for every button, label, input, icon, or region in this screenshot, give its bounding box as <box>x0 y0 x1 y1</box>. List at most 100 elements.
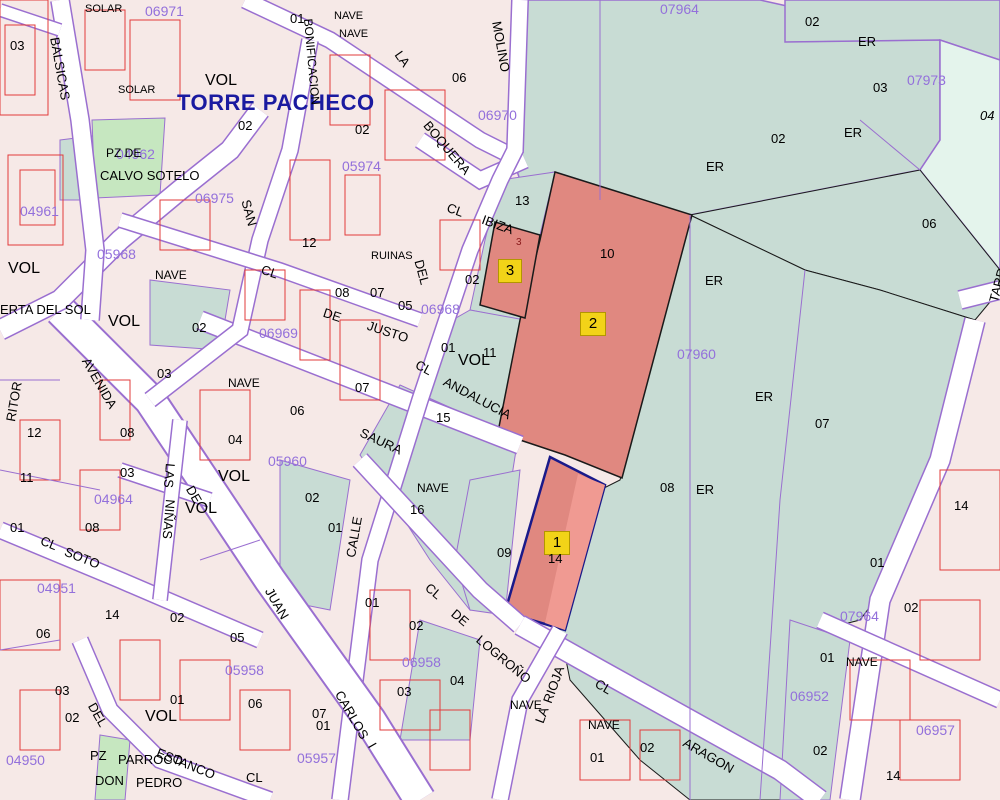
block-code: 05960 <box>268 453 307 469</box>
block-code: 06971 <box>145 3 184 19</box>
parcel-label: 15 <box>436 410 451 425</box>
street-label-calvo-sotelo: CALVO SOTELO <box>100 168 200 183</box>
parcel-label: 12 <box>302 235 317 250</box>
parcel-label: 02 <box>192 320 207 335</box>
parcel-label: 06 <box>36 626 51 641</box>
parcel-label: ER <box>844 125 863 140</box>
parcel-label: 02 <box>771 131 786 146</box>
block-code: 06968 <box>421 301 460 317</box>
parcel-label: 09 <box>497 545 512 560</box>
block-code: 05958 <box>225 662 264 678</box>
parcel-label: 07 <box>355 380 370 395</box>
parcel-label: 01 <box>10 520 25 535</box>
parcel-label: 03 <box>873 80 888 95</box>
parcel-label: SOLAR <box>118 84 156 96</box>
parcel-label: 01 <box>590 750 605 765</box>
parcel-label: VOL <box>108 313 141 330</box>
parcel-badge-3[interactable]: 3 <box>498 259 522 283</box>
parcel-label: 01 <box>170 692 185 707</box>
parcel-label: 11 <box>20 470 34 485</box>
street-label-estanco-cl: CL <box>246 770 263 785</box>
parcel-label: 03 <box>10 38 25 53</box>
parcel-label: 02 <box>238 118 253 133</box>
parcel-label: 01 <box>441 340 456 355</box>
parcel-label: 01 <box>870 555 885 570</box>
parcel-label: 02 <box>904 600 919 615</box>
plaza-parroco <box>94 734 131 800</box>
block-code: 07960 <box>677 346 716 362</box>
parcel-label: 07 <box>815 416 830 431</box>
parcel-label: 02 <box>409 618 424 633</box>
block-code: 04961 <box>20 203 59 219</box>
parcel-label: ER <box>755 389 774 404</box>
parcel-label: 04 <box>228 432 243 447</box>
cadastral-map[interactable]: TORRE PACHECO 1 2 3 06971 07964 07973 06… <box>0 0 1000 800</box>
parcel-label: 02 <box>813 743 828 758</box>
parcel-label: 12 <box>27 425 42 440</box>
parcel-label: 14 <box>886 768 901 783</box>
block-code: 05974 <box>342 158 381 174</box>
parcel-label: NAVE <box>846 655 878 669</box>
parcel-label: NAVE <box>339 28 369 40</box>
block-code: 07964 <box>660 1 699 17</box>
block-code: 06969 <box>259 325 298 341</box>
parcel-label: 04 <box>980 108 995 123</box>
parcel-label: 02 <box>465 272 480 287</box>
parcel-label: 05 <box>398 298 413 313</box>
block-code: 06975 <box>195 190 234 206</box>
parcel-label: 01 <box>290 11 305 26</box>
parcel-label: 03 <box>55 683 70 698</box>
parcel-label: 07 <box>370 285 385 300</box>
parcel-label: NAVE <box>588 718 620 732</box>
block-code: 04951 <box>37 580 76 596</box>
parcel-label: 06 <box>922 216 937 231</box>
parcel-label: 14 <box>954 498 969 513</box>
parcel-label: 08 <box>85 520 100 535</box>
parcel-label: 16 <box>410 502 425 517</box>
street-label-las-ninas-las: LAS <box>160 462 178 489</box>
parcel-label: ER <box>858 34 877 49</box>
parcel-label: VOL <box>145 708 178 725</box>
parcel-label: 03 <box>397 684 412 699</box>
parcel-label: VOL <box>8 260 41 277</box>
parcel-label: 06 <box>248 696 263 711</box>
parcel-label: 13 <box>515 193 530 208</box>
parcel-label: VOL <box>218 468 251 485</box>
block-code: 04964 <box>94 491 133 507</box>
street-label-don: DON <box>95 773 124 788</box>
street-label-puerta-del-sol: ERTA DEL SOL <box>0 302 91 317</box>
parcel-label: ER <box>706 159 725 174</box>
parcel-label: 01 <box>365 595 380 610</box>
block-code: 06952 <box>790 688 829 704</box>
block-code: 07964 <box>840 608 879 624</box>
parcel-label: 08 <box>335 285 350 300</box>
block-code: 06957 <box>916 722 955 738</box>
parcel-label: NAVE <box>334 10 364 22</box>
parcel-label: 01 <box>820 650 835 665</box>
parcel-label: 08 <box>660 480 675 495</box>
parcel-label: NAVE <box>155 268 187 282</box>
parcel-label: 04 <box>450 673 465 688</box>
parcel-label: 14 <box>548 551 563 566</box>
parcel-label: VOL <box>458 352 491 369</box>
parcel-label: 08 <box>120 425 135 440</box>
parcel-label: NAVE <box>228 376 260 390</box>
parcel-label: 01 <box>328 520 343 535</box>
block-code: 05968 <box>97 246 136 262</box>
parcel-label: 3 <box>516 237 522 248</box>
block-code: 06958 <box>402 654 441 670</box>
town-title: TORRE PACHECO <box>177 90 375 115</box>
parcel-label: 03 <box>157 366 172 381</box>
parcel-label: 01 <box>316 718 331 733</box>
parcel-badge-2[interactable]: 2 <box>580 312 606 336</box>
block-code: 04950 <box>6 752 45 768</box>
parcel-label: 06 <box>290 403 305 418</box>
parcel-label: 02 <box>170 610 185 625</box>
parcel-label: VOL <box>185 500 218 517</box>
block-code: 07973 <box>907 72 946 88</box>
parcel-label: NAVE <box>510 698 542 712</box>
parcel-label: RUINAS <box>371 250 413 262</box>
street-label-pz: PZ <box>90 748 107 763</box>
parcel-label: 14 <box>105 607 120 622</box>
parcel-label: ER <box>705 273 724 288</box>
